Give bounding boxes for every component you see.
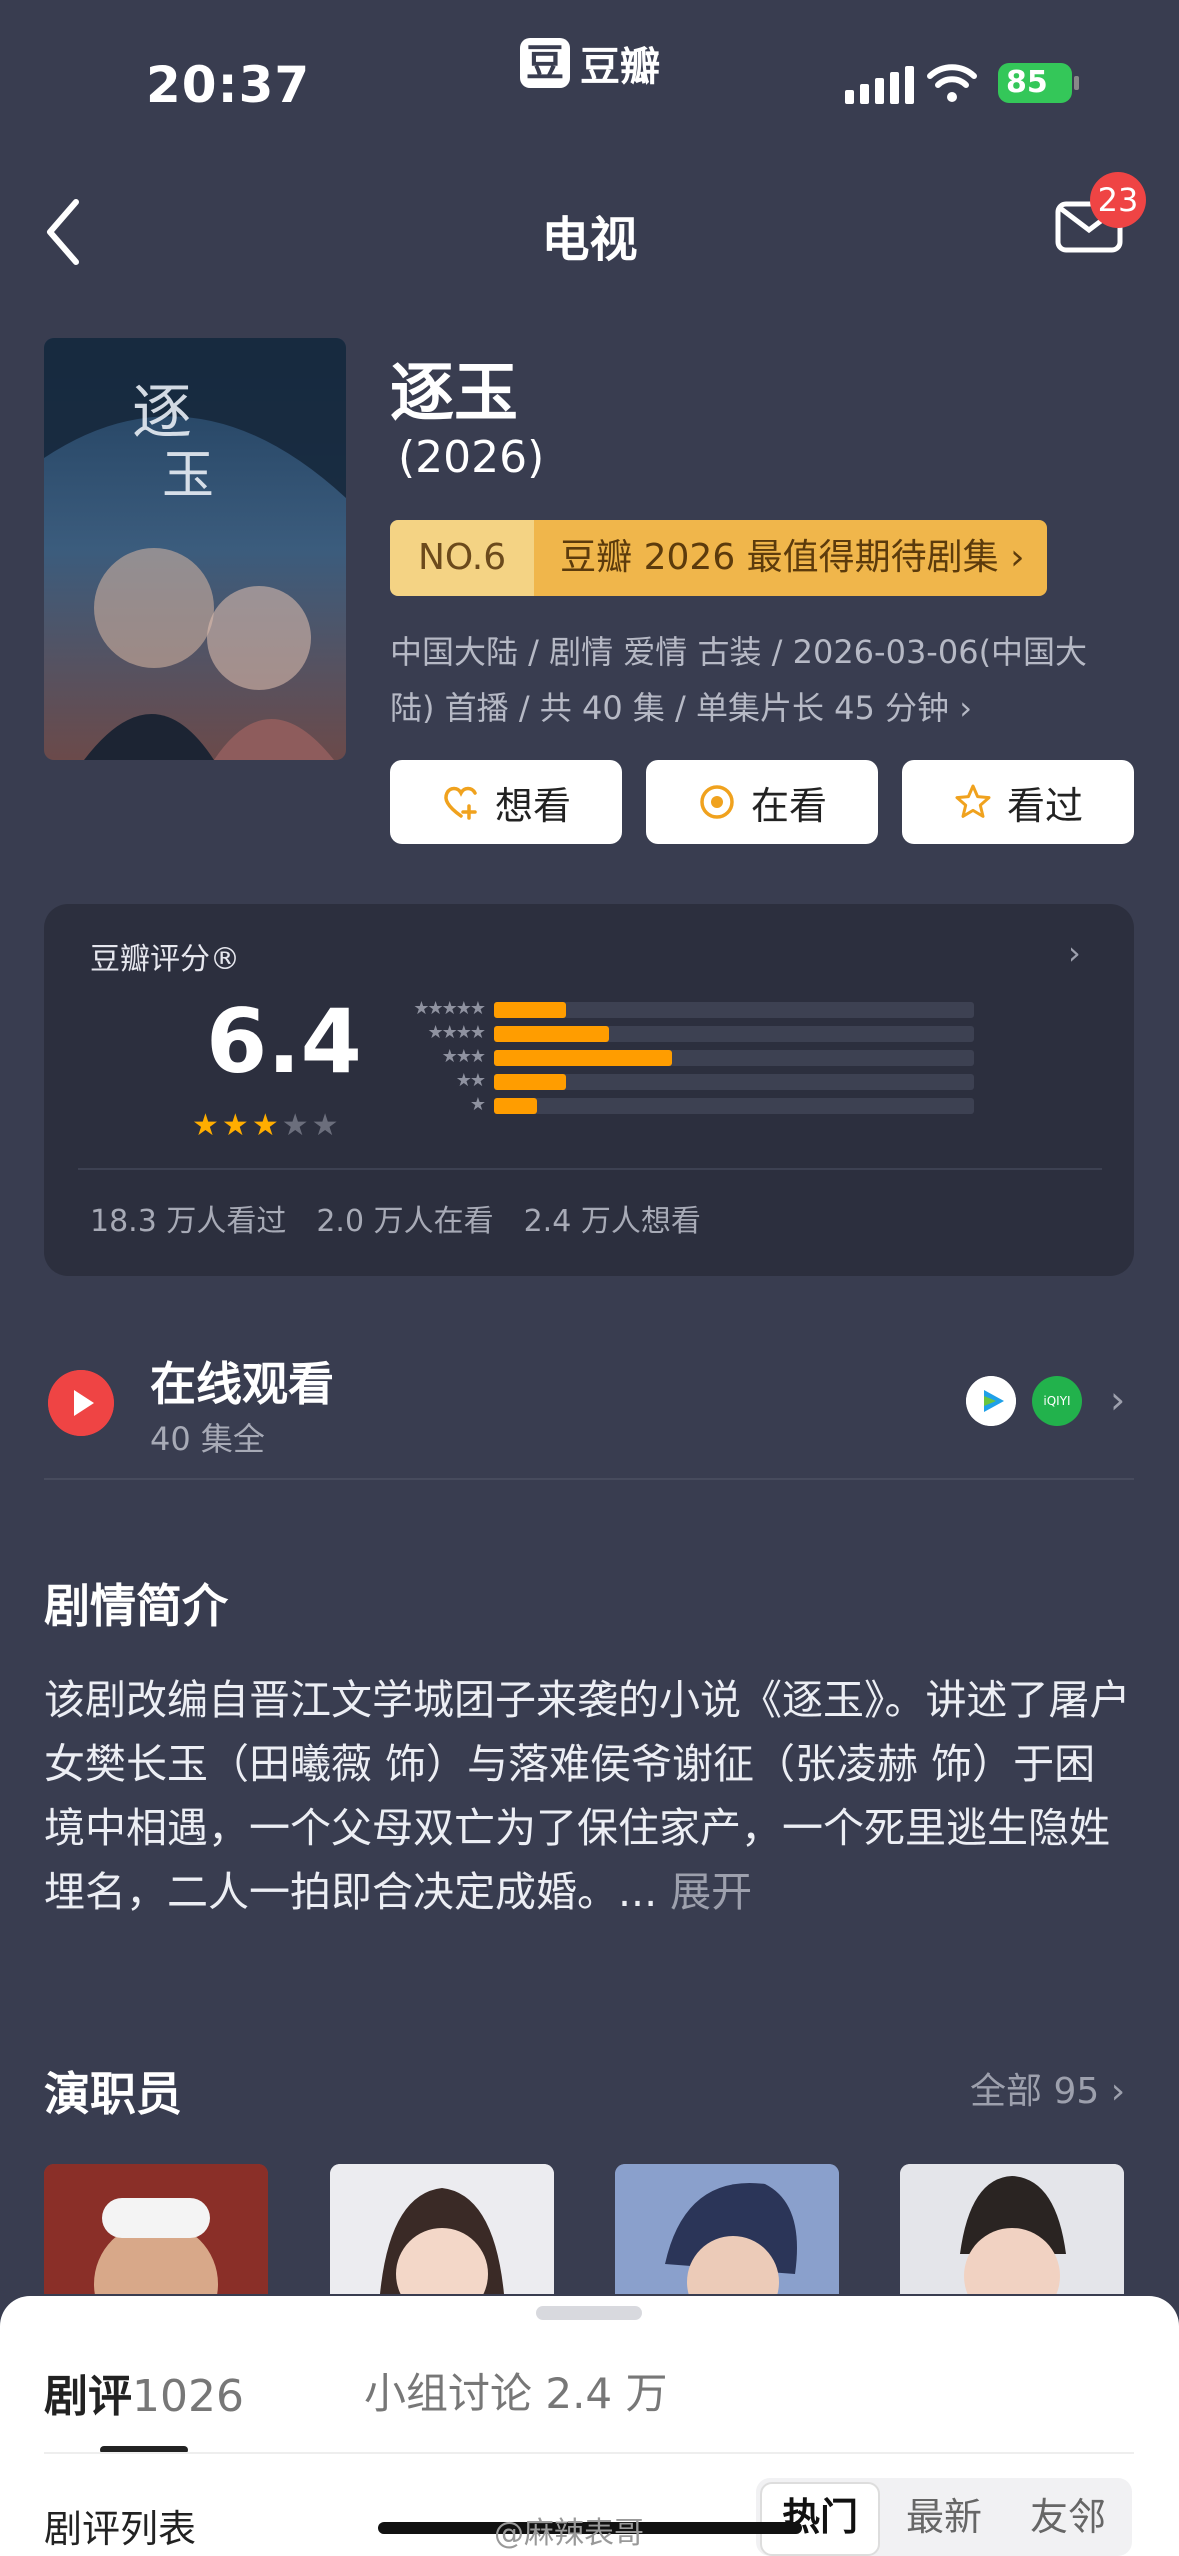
distribution-bar: [494, 1074, 566, 1090]
app-badge: 豆 豆瓣: [520, 34, 660, 92]
wifi-icon: [927, 64, 977, 102]
cast-photo[interactable]: [330, 2164, 554, 2294]
cast-photo[interactable]: [44, 2164, 268, 2294]
sheet-handle[interactable]: [536, 2306, 642, 2320]
distribution-stars-label: ★★★: [441, 1046, 486, 1067]
chevron-right-icon[interactable]: ›: [1110, 1378, 1125, 1422]
tab-reviews-label: 剧评: [44, 2371, 132, 2422]
sort-friends[interactable]: 友邻: [1008, 2478, 1128, 2556]
show-title: 逐玉: [390, 357, 518, 431]
distribution-track: [494, 1074, 974, 1090]
distribution-stars-label: ★: [469, 1094, 486, 1115]
meta-line-2: 陆) 首播 / 共 40 集 / 单集片长 45 分钟 ›: [390, 689, 973, 727]
svg-text:玉: 玉: [162, 446, 214, 506]
ranking-badge[interactable]: NO.6 豆瓣 2026 最值得期待剧集 ›: [390, 520, 1047, 596]
stat-watched: 18.3 万人看过: [90, 1204, 287, 1239]
rating-score: 6.4: [206, 990, 362, 1093]
chevron-right-icon[interactable]: ›: [1068, 934, 1081, 972]
cast-photo[interactable]: [900, 2164, 1124, 2294]
star-filled-icon: ★: [251, 1108, 279, 1143]
section-divider: [44, 1478, 1134, 1480]
mail-count-badge: 23: [1090, 172, 1146, 228]
watched-label: 看过: [1006, 783, 1083, 828]
battery-icon: 85: [998, 63, 1072, 103]
expand-link[interactable]: 展开: [657, 1868, 752, 1916]
battery-tip: [1074, 76, 1079, 90]
distribution-stars-label: ★★★★★: [413, 998, 486, 1019]
signal-icon: [845, 66, 914, 104]
watching-button[interactable]: 在看: [646, 760, 878, 844]
distribution-track: [494, 1002, 974, 1018]
card-divider: [78, 1168, 1102, 1170]
douban-logo-icon: 豆: [520, 38, 570, 88]
distribution-bar: [494, 1002, 566, 1018]
star-outline-icon: [955, 784, 991, 818]
show-year: (2026): [398, 432, 545, 483]
review-list-label: 剧评列表: [44, 2507, 197, 2551]
want-to-watch-button[interactable]: 想看: [390, 760, 622, 844]
star-empty-icon: ★: [311, 1108, 339, 1143]
iqiyi-icon[interactable]: iQIYI: [1032, 1376, 1082, 1426]
cast-heading: 演职员: [44, 2067, 182, 2121]
show-meta[interactable]: 中国大陆 / 剧情 爱情 古装 / 2026-03-06(中国大 陆) 首播 /…: [390, 624, 1130, 736]
distribution-track: [494, 1098, 974, 1114]
watched-button[interactable]: 看过: [902, 760, 1134, 844]
stat-want: 2.4 万人想看: [523, 1204, 701, 1239]
heart-plus-icon: [444, 786, 477, 820]
rank-text: 豆瓣 2026 最值得期待剧集 ›: [534, 520, 1047, 596]
distribution-stars-label: ★★: [455, 1070, 486, 1091]
sheet-divider: [44, 2452, 1134, 2454]
show-poster[interactable]: 逐 玉: [44, 338, 346, 760]
tab-reviews-count: 1026: [132, 2371, 244, 2422]
synopsis-heading: 剧情简介: [44, 1579, 228, 1633]
star-filled-icon: ★: [221, 1108, 249, 1143]
cast-photo[interactable]: [615, 2164, 839, 2294]
distribution-stars-label: ★★★★: [427, 1022, 486, 1043]
distribution-bar: [494, 1050, 672, 1066]
star-empty-icon: ★: [281, 1108, 309, 1143]
distribution-bar: [494, 1098, 537, 1114]
target-icon: [700, 785, 734, 819]
watching-label: 在看: [750, 783, 827, 828]
tab-reviews[interactable]: 剧评1026: [44, 2360, 244, 2424]
synopsis-body: 该剧改编自晋江文学城团子来袭的小说《逐玉》。讲述了屠户女樊长玉（田曦薇 饰）与落…: [44, 1676, 1131, 1916]
app-name: 豆瓣: [580, 44, 660, 90]
rank-number: NO.6: [390, 520, 535, 596]
cast-all-link[interactable]: 全部 95 ›: [970, 2062, 1125, 2114]
want-to-watch-label: 想看: [494, 783, 571, 828]
svg-text:逐: 逐: [132, 378, 192, 448]
sort-latest[interactable]: 最新: [884, 2478, 1004, 2556]
synopsis-text: 该剧改编自晋江文学城团子来袭的小说《逐玉》。讲述了屠户女樊长玉（田曦薇 饰）与落…: [44, 1668, 1134, 1924]
rating-stars: ★ ★ ★ ★ ★: [192, 1108, 339, 1143]
tab-group-discussion[interactable]: 小组讨论 2.4 万: [364, 2360, 668, 2421]
page-title: 电视: [541, 212, 638, 268]
watch-online-title[interactable]: 在线观看: [150, 1348, 334, 1414]
stat-watching: 2.0 万人在看: [316, 1204, 494, 1239]
rating-label: 豆瓣评分®: [90, 942, 240, 977]
watermark: @麻辣表哥: [494, 2516, 644, 2551]
audience-stats: 18.3 万人看过 2.0 万人在看 2.4 万人想看: [90, 1196, 701, 1240]
sort-hot[interactable]: 热门: [760, 2478, 880, 2556]
meta-line-1: 中国大陆 / 剧情 爱情 古装 / 2026-03-06(中国大: [390, 633, 1088, 671]
play-icon[interactable]: [48, 1370, 114, 1436]
episode-count: 40 集全: [150, 1420, 265, 1458]
star-filled-icon: ★: [192, 1108, 219, 1143]
tencent-video-icon[interactable]: [966, 1376, 1016, 1426]
status-time: 20:37: [146, 56, 311, 114]
distribution-bar: [494, 1026, 609, 1042]
